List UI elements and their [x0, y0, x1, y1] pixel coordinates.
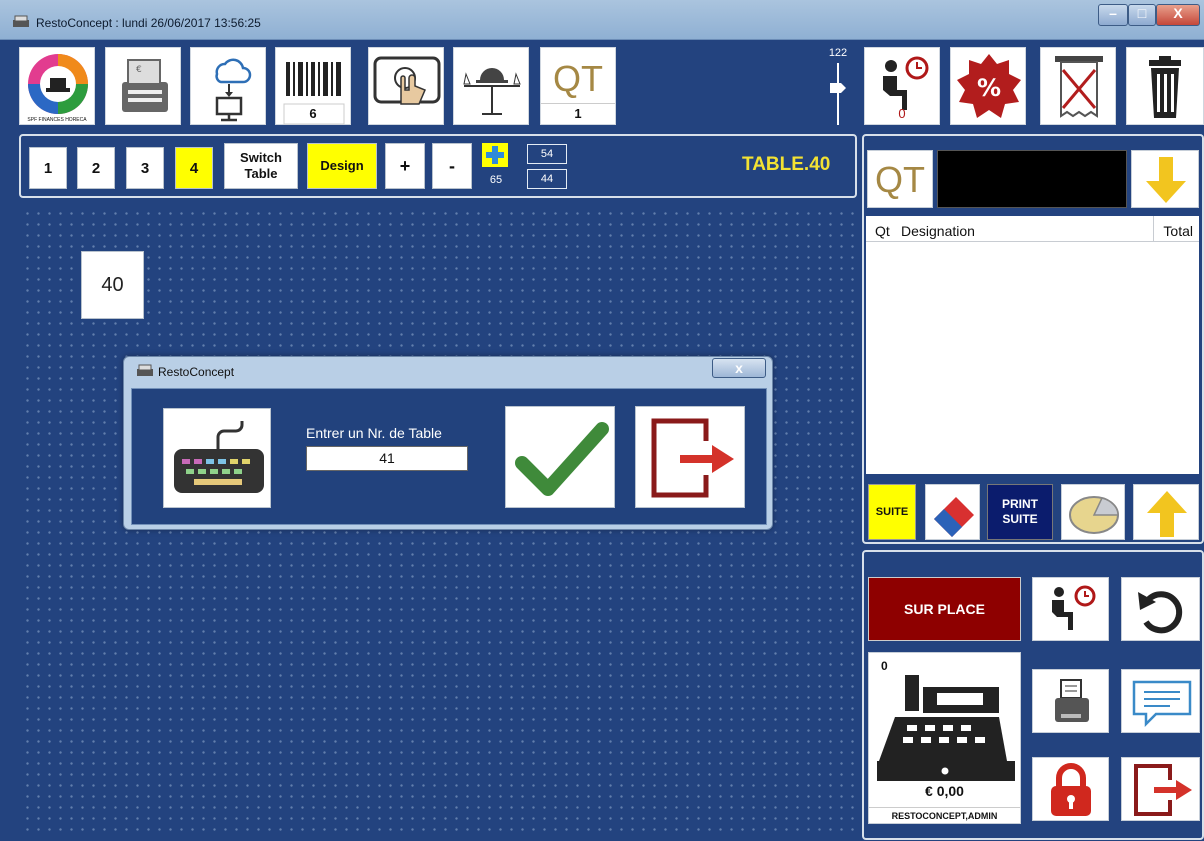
column-total: Total: [1163, 223, 1193, 239]
printer-icon: [1055, 679, 1089, 722]
cloud-download-icon: [215, 58, 252, 122]
split-bill-button[interactable]: [1061, 484, 1125, 540]
waiting-customers-button[interactable]: 0: [864, 47, 940, 125]
checkmark-icon: [515, 422, 609, 496]
logo-caption: SPF FINANCES HORECA: [27, 117, 87, 123]
waiting-count: 0: [898, 106, 906, 121]
exit-door-icon: [1134, 764, 1192, 816]
order-list-header: Qt Designation Total: [866, 216, 1199, 242]
print-suite-button[interactable]: PRINT SUITE: [987, 484, 1053, 540]
cash-drawer-button[interactable]: €: [105, 47, 181, 125]
move-plus-icon: [482, 143, 508, 167]
message-button[interactable]: [1121, 669, 1200, 733]
switch-table-button[interactable]: Switch Table: [224, 143, 298, 189]
order-header-divider: [1153, 216, 1154, 242]
svg-text:€: €: [136, 65, 142, 75]
slider-handle-icon: [830, 63, 846, 125]
discount-button[interactable]: %: [950, 47, 1026, 125]
minus-button[interactable]: -: [432, 143, 472, 189]
cash-printer-icon: €: [122, 59, 168, 112]
order-list[interactable]: Qt Designation Total: [866, 216, 1199, 474]
svg-text:%: %: [977, 74, 1001, 102]
undo-button[interactable]: [1121, 577, 1200, 641]
dialog-app-icon: [137, 364, 153, 376]
trash-icon: [1149, 56, 1181, 118]
keyboard-icon: [174, 421, 264, 493]
qt-panel-button[interactable]: QT: [867, 150, 933, 208]
app-icon: [13, 15, 29, 27]
maximize-button[interactable]: □: [1128, 4, 1156, 26]
cash-register-button[interactable]: 0 € 0,00 RESTOCONCEPT,ADMIN: [868, 652, 1021, 824]
register-user: RESTOCONCEPT,ADMIN: [869, 807, 1020, 821]
dialog-title: RestoConcept: [158, 365, 235, 379]
title-bar: RestoConcept : lundi 26/06/2017 13:56:25…: [0, 0, 1204, 40]
horeca-logo-icon: [28, 54, 88, 114]
print-button[interactable]: [1032, 669, 1109, 733]
height-value[interactable]: 44: [527, 169, 567, 189]
touch-screen-button[interactable]: [368, 47, 444, 125]
arrow-up-icon: [1147, 491, 1187, 537]
quantity-button[interactable]: QT 1: [540, 47, 616, 125]
exit-button[interactable]: [1121, 757, 1200, 821]
chat-bubble-icon: [1132, 680, 1192, 728]
cash-register-icon: [877, 675, 1015, 781]
table-tile-40[interactable]: 40: [81, 251, 144, 319]
cloud-sync-button[interactable]: [190, 47, 266, 125]
register-amount: € 0,00: [925, 783, 964, 799]
qt-label: QT: [553, 58, 603, 99]
zoom-value: 65: [489, 174, 503, 186]
cancel-receipt-icon: [1055, 56, 1103, 118]
window-title: RestoConcept : lundi 26/06/2017 13:56:25: [36, 16, 261, 30]
exit-door-icon: [651, 418, 734, 498]
scroll-up-button[interactable]: [1133, 484, 1199, 540]
arrow-down-icon: [1146, 157, 1186, 203]
touch-hand-icon: [373, 56, 441, 105]
dialog-close-button[interactable]: x: [712, 358, 766, 378]
padlock-icon: [1051, 763, 1091, 816]
qt-panel-label: QT: [875, 159, 925, 200]
quantity-display: [937, 150, 1127, 208]
level-button-4[interactable]: 4: [175, 147, 213, 189]
level-button-1[interactable]: 1: [29, 147, 67, 189]
minimize-button[interactable]: –: [1098, 4, 1128, 26]
eraser-icon: [934, 497, 974, 537]
pie-split-icon: [1069, 496, 1119, 534]
keyboard-button[interactable]: [163, 408, 271, 508]
width-value[interactable]: 54: [527, 144, 567, 164]
zoom-control[interactable]: 65: [481, 142, 517, 188]
barcode-count: 6: [309, 106, 317, 121]
design-button[interactable]: Design: [307, 143, 377, 189]
level-button-2[interactable]: 2: [77, 147, 115, 189]
table-number-input[interactable]: 41: [306, 446, 468, 471]
level-button-3[interactable]: 3: [126, 147, 164, 189]
confirm-button[interactable]: [505, 406, 615, 508]
restaurant-table-button[interactable]: [453, 47, 529, 125]
waiting-list-button[interactable]: [1032, 577, 1109, 641]
plus-button[interactable]: +: [385, 143, 425, 189]
current-table-label: TABLE.40: [742, 154, 831, 175]
lock-button[interactable]: [1032, 757, 1109, 821]
barcode-button[interactable]: 6: [275, 47, 351, 125]
sur-place-button[interactable]: SUR PLACE: [868, 577, 1021, 641]
suite-button[interactable]: SUITE: [868, 484, 916, 540]
quantity-value: 1: [541, 103, 615, 121]
column-designation: Designation: [901, 223, 975, 239]
column-qt: Qt: [875, 223, 890, 239]
seated-clock-icon: [1052, 585, 1096, 630]
cancel-ticket-button[interactable]: [1040, 47, 1116, 125]
table-number-prompt: Entrer un Nr. de Table: [306, 425, 442, 441]
percent-badge-icon: %: [957, 54, 1021, 118]
table-cloche-icon: [463, 68, 521, 115]
scroll-down-button[interactable]: [1131, 150, 1199, 208]
close-window-button[interactable]: X: [1156, 4, 1200, 26]
volume-slider[interactable]: 122: [826, 47, 850, 125]
delete-button[interactable]: [1126, 47, 1204, 125]
eraser-button[interactable]: [925, 484, 980, 540]
logo-button[interactable]: SPF FINANCES HORECA: [19, 47, 95, 125]
exit-dialog-button[interactable]: [635, 406, 745, 508]
undo-icon: [1138, 591, 1183, 634]
